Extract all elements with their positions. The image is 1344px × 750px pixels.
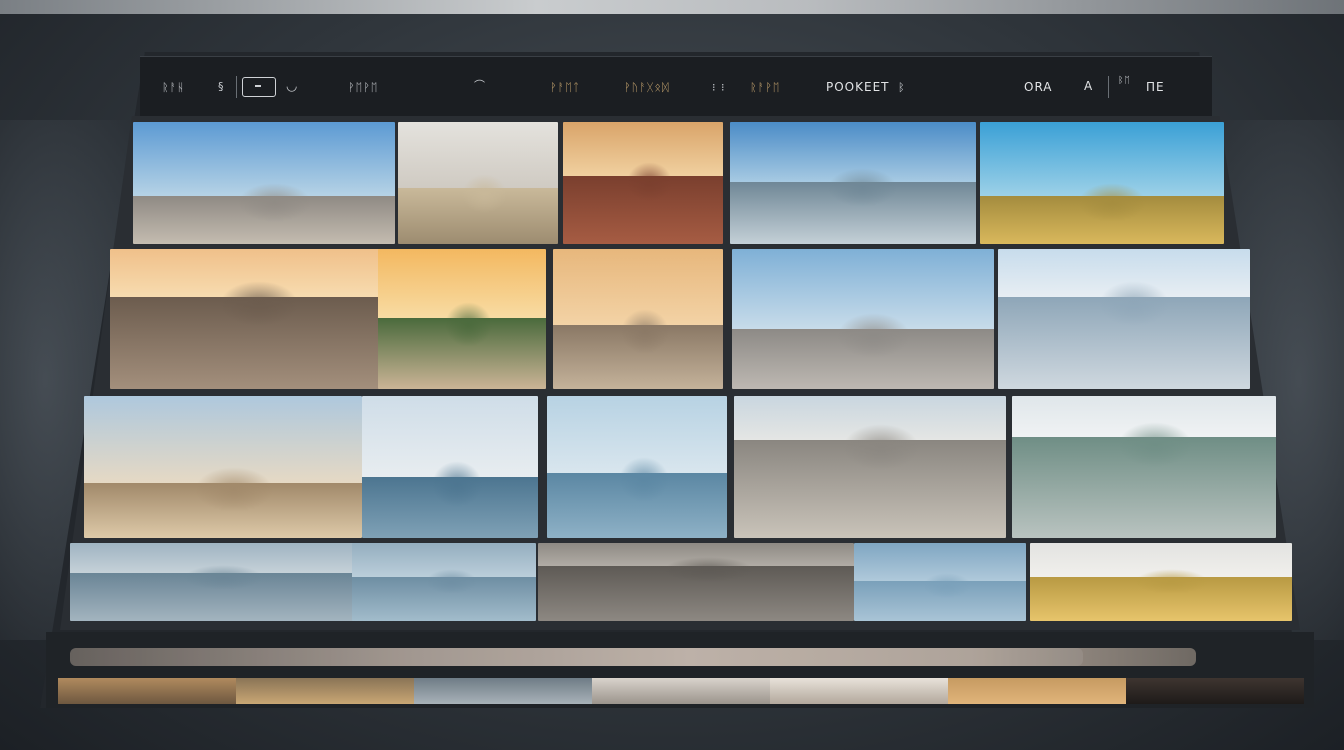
photo-thumbnail-sky-beach[interactable] xyxy=(133,122,395,244)
photo-thumbnail-calm-water[interactable] xyxy=(352,543,536,621)
tab-1[interactable]: ᚹᚨᛖᛏ xyxy=(550,81,580,94)
thumbnail-subject xyxy=(1077,183,1146,223)
filmstrip-thumb[interactable] xyxy=(236,678,414,704)
filmstrip-thumb[interactable] xyxy=(592,678,770,704)
filmstrip-thumb[interactable] xyxy=(948,678,1126,704)
toolbar-separator-right xyxy=(1108,76,1109,98)
toolbar-left-glyph: § xyxy=(218,80,225,93)
thumbnail-subject xyxy=(664,557,753,582)
thumbnail-subject xyxy=(183,564,264,590)
thumbnail-subject xyxy=(621,309,669,354)
photo-thumbnail-coast-grass[interactable] xyxy=(84,396,362,538)
thumbnail-subject xyxy=(237,183,312,223)
thumbnail-subject xyxy=(1134,568,1209,594)
thumbnail-subject xyxy=(842,424,919,470)
thumbnail-subject xyxy=(922,572,971,598)
toolbar-smile-icon[interactable]: ◡ xyxy=(286,79,298,94)
photo-thumbnail-white-path[interactable] xyxy=(398,122,558,244)
menu-item-1[interactable]: ᚹᛖᚹᛖ xyxy=(348,81,378,94)
right-end-label[interactable]: ΠΕ xyxy=(1146,80,1165,94)
photo-thumbnail-meadow-sky[interactable] xyxy=(980,122,1224,244)
photo-thumbnail-calm-sea-ship[interactable] xyxy=(547,396,727,538)
photo-thumbnail-interior-sofa[interactable] xyxy=(563,122,723,244)
font-icon[interactable]: A xyxy=(1084,79,1093,93)
photo-thumbnail-waterfall-fruit[interactable] xyxy=(998,249,1250,389)
thumbnail-subject xyxy=(432,461,482,507)
thumbnail-subject xyxy=(425,568,478,594)
tab-separator: ⁝ ⁝ xyxy=(712,81,726,94)
scrubber-progress xyxy=(70,648,1084,666)
toolbar-left-label[interactable]: ᚱᚨᚺ xyxy=(162,81,185,94)
right-label[interactable]: ORA xyxy=(1024,80,1053,94)
thumbnail-subject xyxy=(195,467,274,513)
tab-3[interactable]: ᚱᚨᚹᛖ xyxy=(750,81,780,94)
top-toolbar: ᚱᚨᚺ § ◡ ᚹᛖᚹᛖ ⌒ ᚹᚨᛖᛏ ᚹᚢᚨᚷᛟᛞ ⁝ ⁝ ᚱᚨᚹᛖ POOK… xyxy=(140,56,1212,116)
app-title-suffix: ᛒ xyxy=(898,81,906,94)
right-badge[interactable]: ᛒᛖ xyxy=(1118,76,1131,86)
photo-thumbnail-golden-field[interactable] xyxy=(1030,543,1292,621)
photo-thumbnail-leather-bag-post[interactable] xyxy=(732,249,994,389)
timeline-scrubber[interactable] xyxy=(70,648,1196,666)
photo-thumbnail-sunset-rocks[interactable] xyxy=(110,249,386,389)
photo-thumbnail-wave-grass[interactable] xyxy=(1012,396,1276,538)
photo-thumbnail-lake-trees[interactable] xyxy=(730,122,976,244)
filmstrip-thumb[interactable] xyxy=(414,678,592,704)
photo-thumbnail-blue-water[interactable] xyxy=(854,543,1026,621)
photo-thumbnail-sunset-shore[interactable] xyxy=(553,249,723,389)
thumbnail-subject xyxy=(220,281,298,326)
thumbnail-subject xyxy=(627,162,672,202)
filmstrip-thumb[interactable] xyxy=(770,678,948,704)
filmstrip-thumb[interactable] xyxy=(1126,678,1304,704)
thumbnail-subject xyxy=(1117,421,1192,467)
filmstrip-thumb[interactable] xyxy=(58,678,236,704)
app-title: POOKEET xyxy=(826,80,890,94)
filmstrip[interactable] xyxy=(58,678,1304,704)
tab-2[interactable]: ᚹᚢᚨᚷᛟᛞ xyxy=(624,81,670,94)
thumbnail-subject xyxy=(1098,281,1170,326)
photo-thumbnail-sea-figure[interactable] xyxy=(70,543,354,621)
thumbnail-subject xyxy=(445,302,493,347)
photo-thumbnail-stone-object[interactable] xyxy=(538,543,854,621)
thumbnail-subject xyxy=(836,313,911,359)
photo-thumbnail-sea-rock[interactable] xyxy=(362,396,538,538)
top-ambient-light xyxy=(0,0,1344,14)
photo-thumbnail-dunes-grass[interactable] xyxy=(734,396,1006,538)
toolbar-separator xyxy=(236,76,237,98)
center-arc-icon[interactable]: ⌒ xyxy=(474,77,486,93)
view-mode-toggle-icon[interactable] xyxy=(242,77,276,97)
photo-thumbnail-sunset-sea[interactable] xyxy=(378,249,546,389)
